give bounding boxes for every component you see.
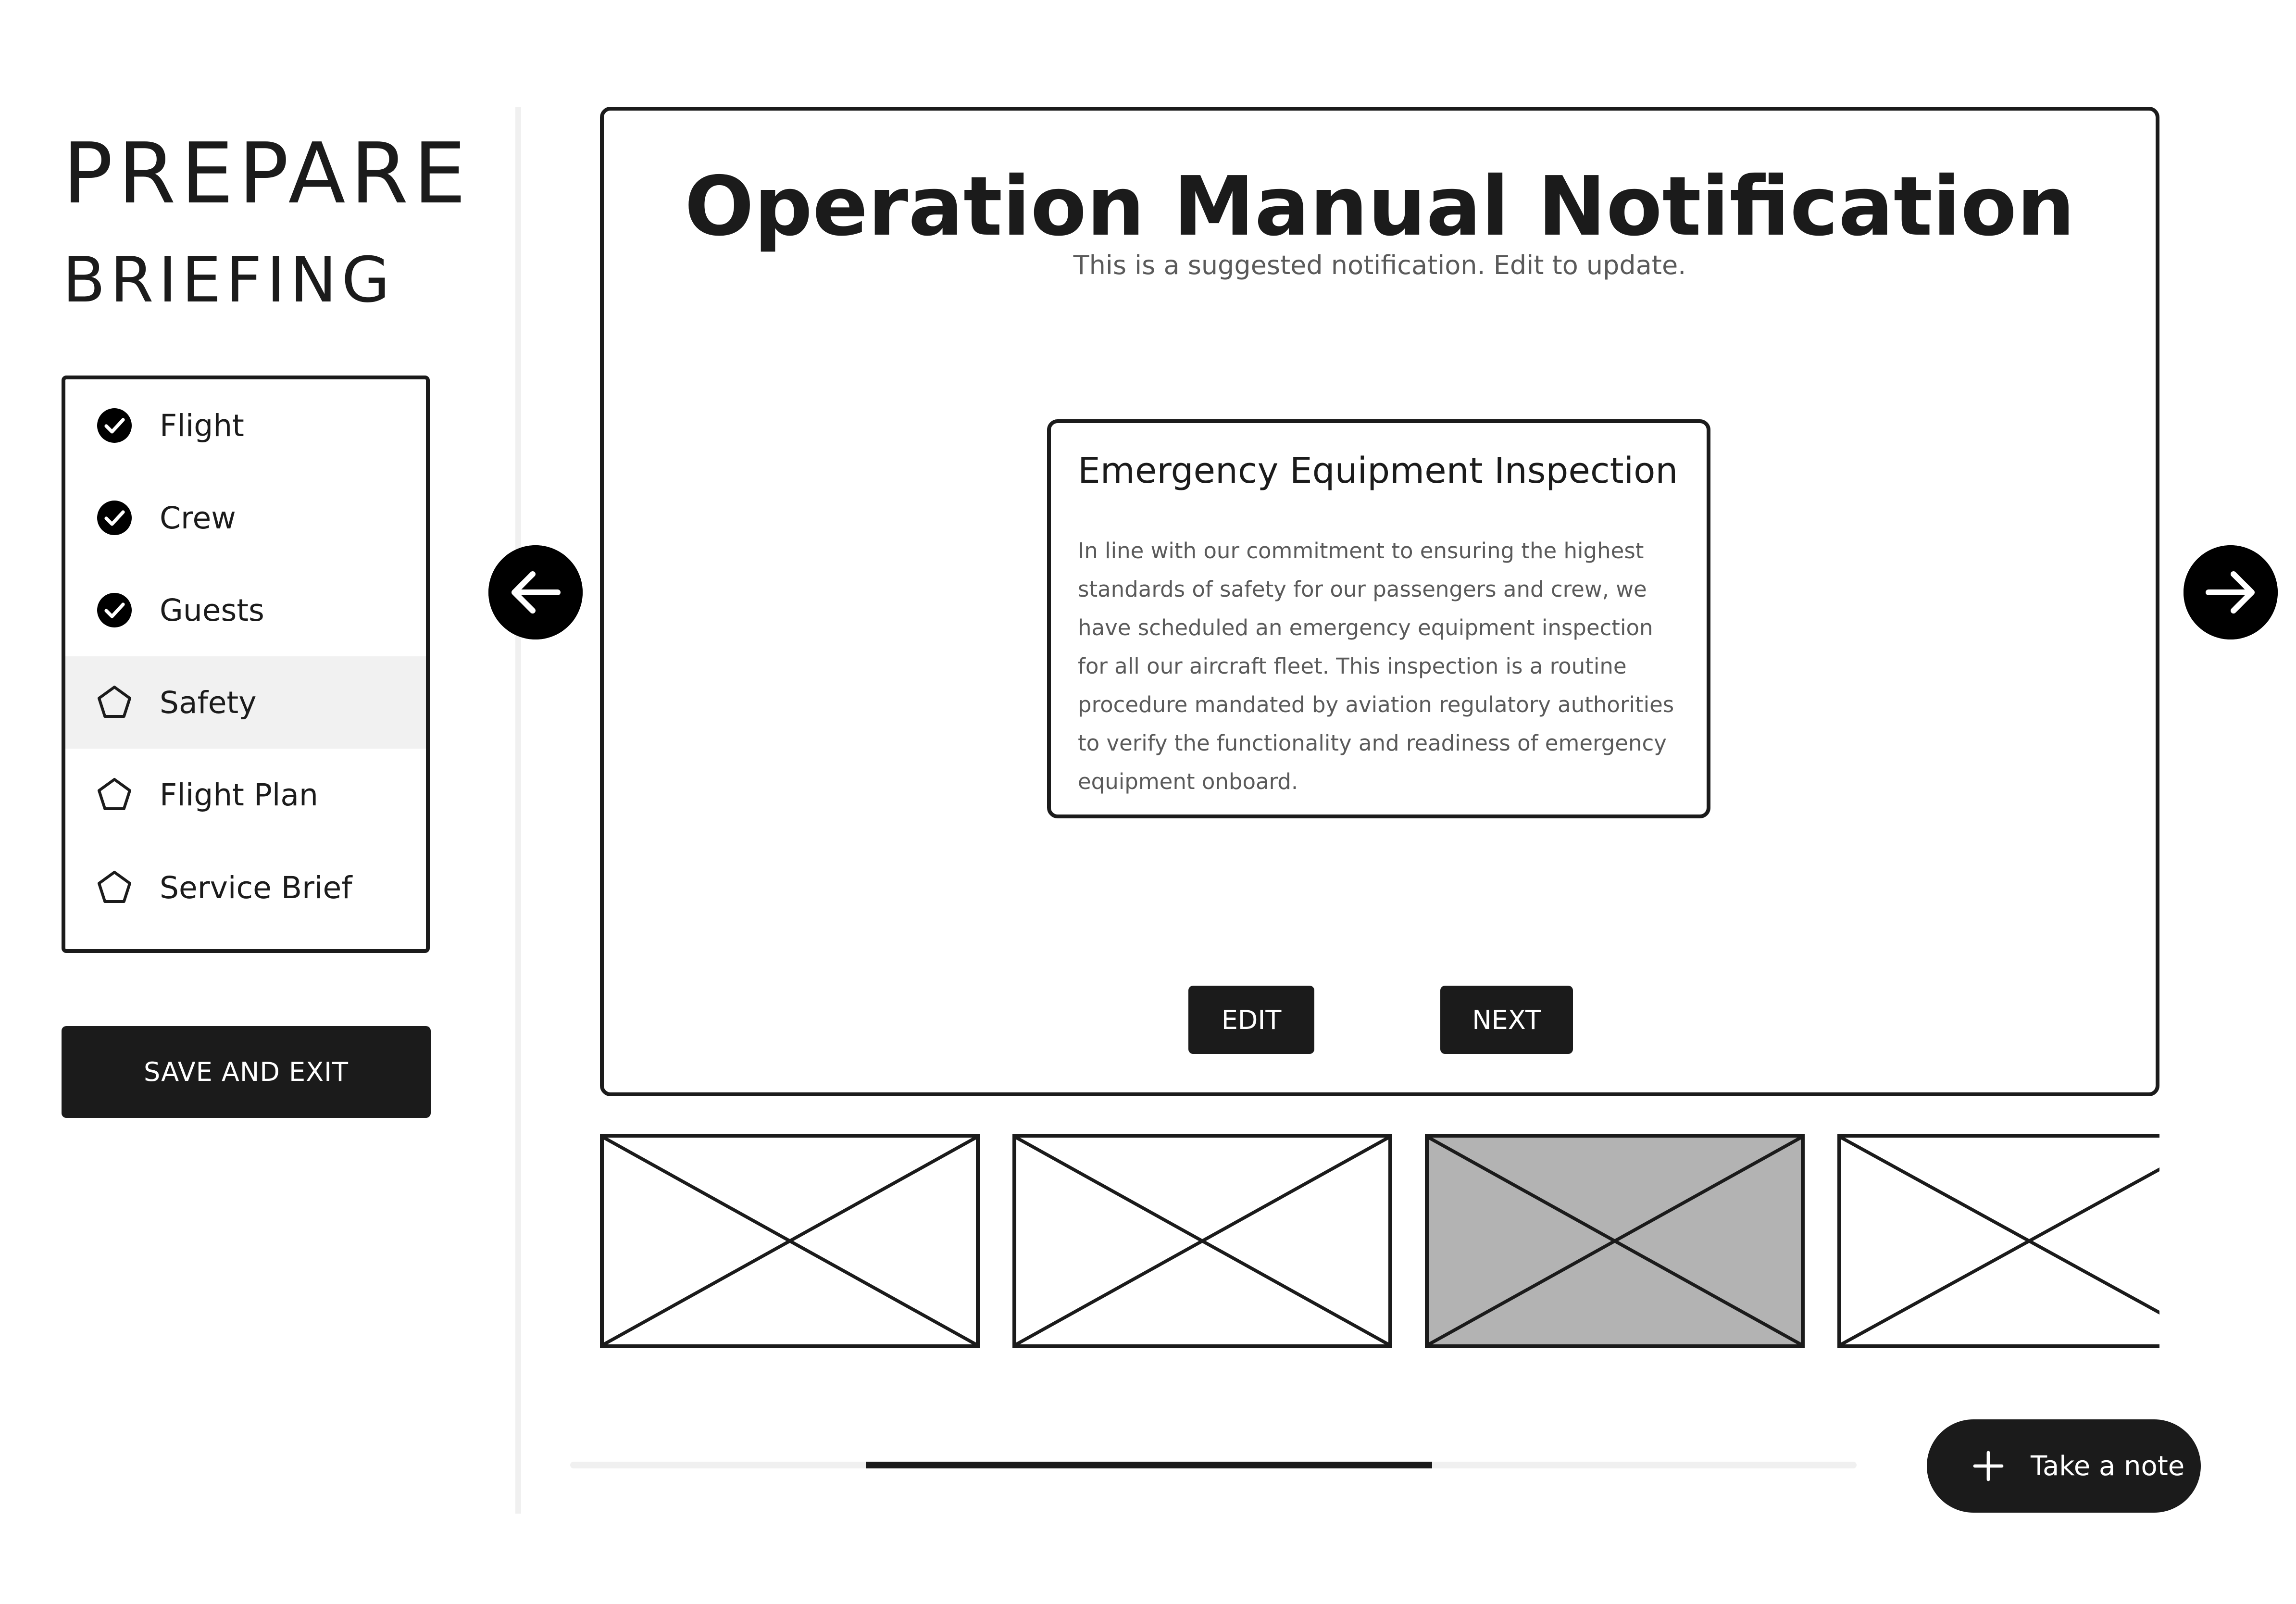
sidebar-divider [515,107,521,1514]
thumbnail-selected[interactable] [1425,1134,1805,1348]
take-a-note-label: Take a note [2031,1450,2185,1482]
notification-panel: Operation Manual Notification This is a … [600,107,2159,1096]
thumbnail[interactable] [1837,1134,2159,1348]
briefing-steps-menu: Flight Crew Guests Safety Flight Plan Se… [62,376,430,953]
sidebar-item-label: Guests [160,592,264,628]
sidebar-item-crew[interactable]: Crew [65,472,426,564]
save-and-exit-button[interactable]: SAVE AND EXIT [62,1026,431,1118]
sidebar-item-guests[interactable]: Guests [65,564,426,656]
arrow-left-icon [488,545,583,639]
thumbnail[interactable] [1012,1134,1392,1348]
notification-card-body: In line with our commitment to ensuring … [1078,538,1674,794]
sidebar-item-service-brief[interactable]: Service Brief [65,841,426,934]
arrow-right-icon [2184,545,2278,639]
take-a-note-button[interactable]: Take a note [1927,1419,2201,1513]
image-placeholder-icon [1841,1138,2159,1344]
plus-icon [1969,1447,2008,1485]
carousel-scrollbar-thumb[interactable] [866,1462,1432,1468]
pentagon-icon [95,683,134,722]
edit-button[interactable]: EDIT [1188,986,1314,1054]
sidebar-item-label: Service Brief [160,870,352,905]
image-placeholder-icon [604,1138,976,1344]
check-circle-icon [95,591,134,629]
notification-card[interactable]: Emergency Equipment Inspection In line w… [1047,419,1710,818]
check-circle-icon [95,499,134,537]
notification-card-title: Emergency Equipment Inspection [1078,450,1678,491]
next-slide-button[interactable] [2184,545,2278,639]
sidebar-item-label: Flight [160,408,244,443]
previous-button[interactable] [488,545,583,639]
thumbnail-strip [600,1134,2159,1355]
page-title-prepare: PREPARE [62,125,471,223]
check-circle-icon [95,406,134,445]
sidebar-item-flight[interactable]: Flight [65,379,426,472]
sidebar-item-label: Flight Plan [160,777,318,813]
sidebar-item-label: Crew [160,500,236,536]
page-title-briefing: BRIEFING [62,243,395,316]
sidebar-item-label: Safety [160,685,257,720]
image-placeholder-icon [1429,1138,1801,1344]
notification-title: Operation Manual Notification [684,159,2075,254]
pentagon-icon [95,776,134,814]
thumbnail[interactable] [600,1134,980,1348]
sidebar-item-flight-plan[interactable]: Flight Plan [65,749,426,841]
sidebar-item-safety[interactable]: Safety [65,656,426,749]
image-placeholder-icon [1016,1138,1388,1344]
notification-subtitle: This is a suggested notification. Edit t… [1073,250,1686,280]
next-button[interactable]: NEXT [1440,986,1573,1054]
carousel-scrollbar[interactable] [570,1462,1857,1468]
pentagon-icon [95,868,134,907]
